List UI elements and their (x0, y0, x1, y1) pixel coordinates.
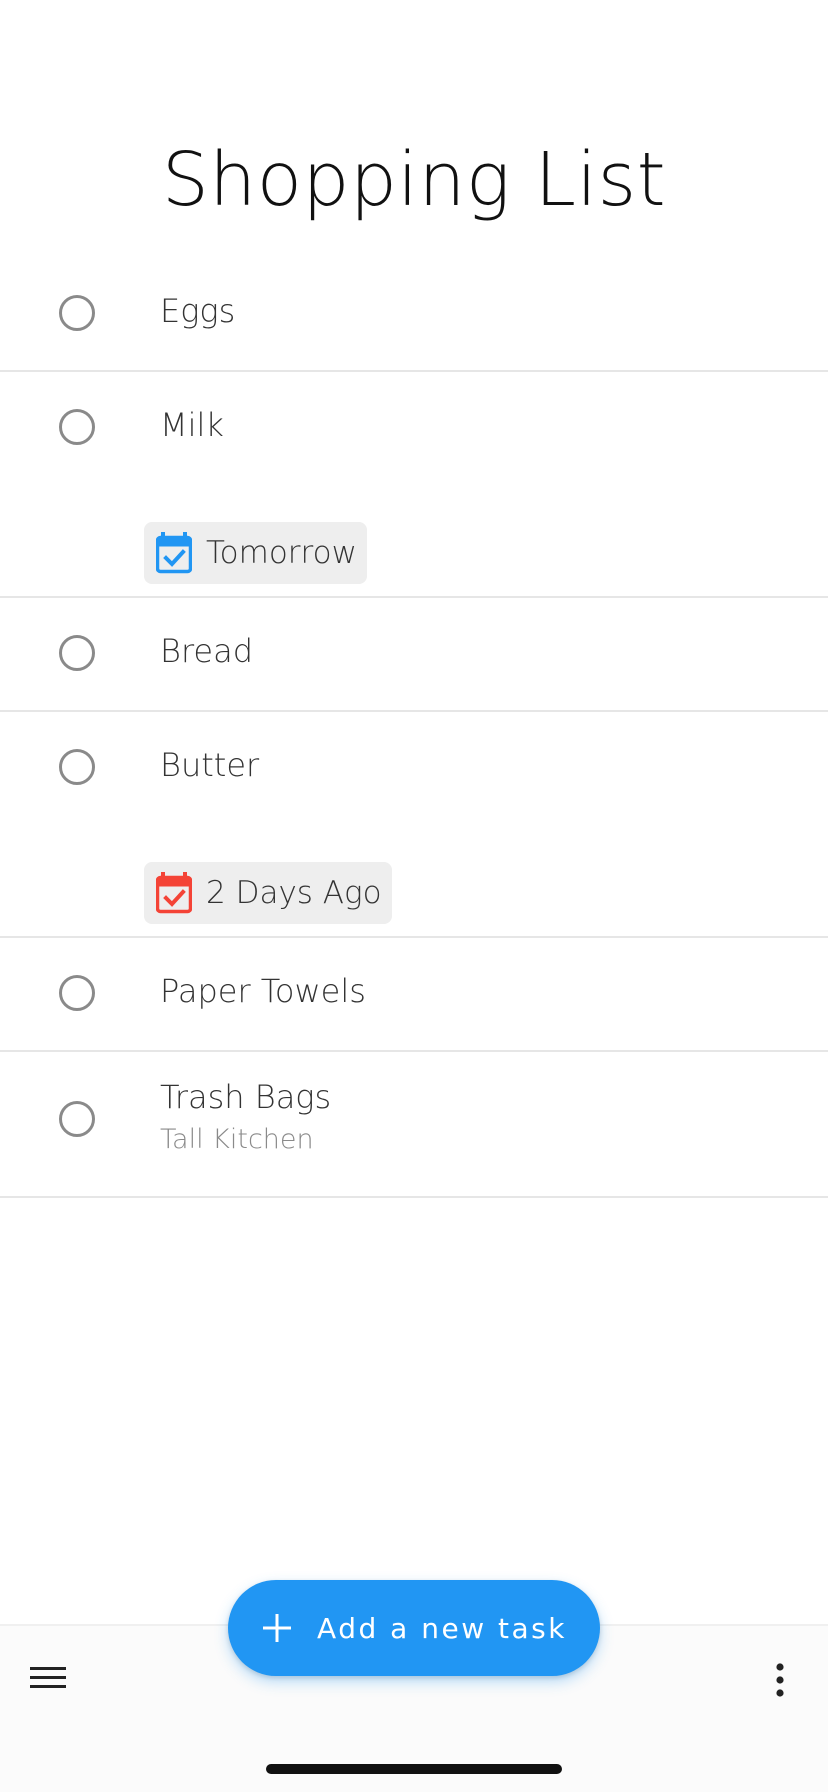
task-name: Paper Towels (160, 972, 366, 1010)
task-checkbox[interactable] (59, 295, 95, 331)
calendar-check-icon (156, 532, 192, 574)
task-checkbox[interactable] (59, 975, 95, 1011)
menu-icon[interactable] (28, 1662, 68, 1694)
page-title: Shopping List (161, 137, 667, 223)
task-checkbox[interactable] (59, 409, 95, 445)
task-checkbox[interactable] (59, 749, 95, 785)
task-name: Eggs (160, 292, 236, 330)
app-screen: Shopping List Eggs Milk Tomorrow Bread B… (0, 0, 828, 1792)
plus-icon (263, 1614, 292, 1642)
task-row[interactable]: Trash Bags Tall Kitchen (0, 1052, 828, 1198)
home-indicator[interactable] (266, 1764, 562, 1774)
due-date-label: Tomorrow (206, 535, 357, 571)
task-row[interactable]: Milk Tomorrow (0, 372, 828, 598)
calendar-check-icon (156, 872, 192, 914)
task-name: Milk (160, 406, 224, 444)
add-task-button[interactable]: Add a new task (228, 1580, 600, 1676)
task-row[interactable]: Butter 2 Days Ago (0, 712, 828, 938)
due-date-chip[interactable]: 2 Days Ago (144, 862, 392, 924)
task-row[interactable]: Bread (0, 598, 828, 712)
task-name: Bread (160, 632, 254, 670)
task-name: Trash Bags (160, 1078, 332, 1116)
task-row[interactable]: Eggs (0, 258, 828, 372)
due-date-label: 2 Days Ago (206, 875, 382, 911)
due-date-chip[interactable]: Tomorrow (144, 522, 367, 584)
more-vertical-icon[interactable] (766, 1660, 794, 1700)
task-row[interactable]: Paper Towels (0, 938, 828, 1052)
add-task-label: Add a new task (317, 1611, 567, 1645)
task-checkbox[interactable] (59, 1101, 95, 1137)
task-list: Eggs Milk Tomorrow Bread Butter 2 Days A… (0, 258, 828, 1198)
task-name: Butter (160, 746, 260, 784)
task-checkbox[interactable] (59, 635, 95, 671)
task-note: Tall Kitchen (160, 1124, 314, 1155)
